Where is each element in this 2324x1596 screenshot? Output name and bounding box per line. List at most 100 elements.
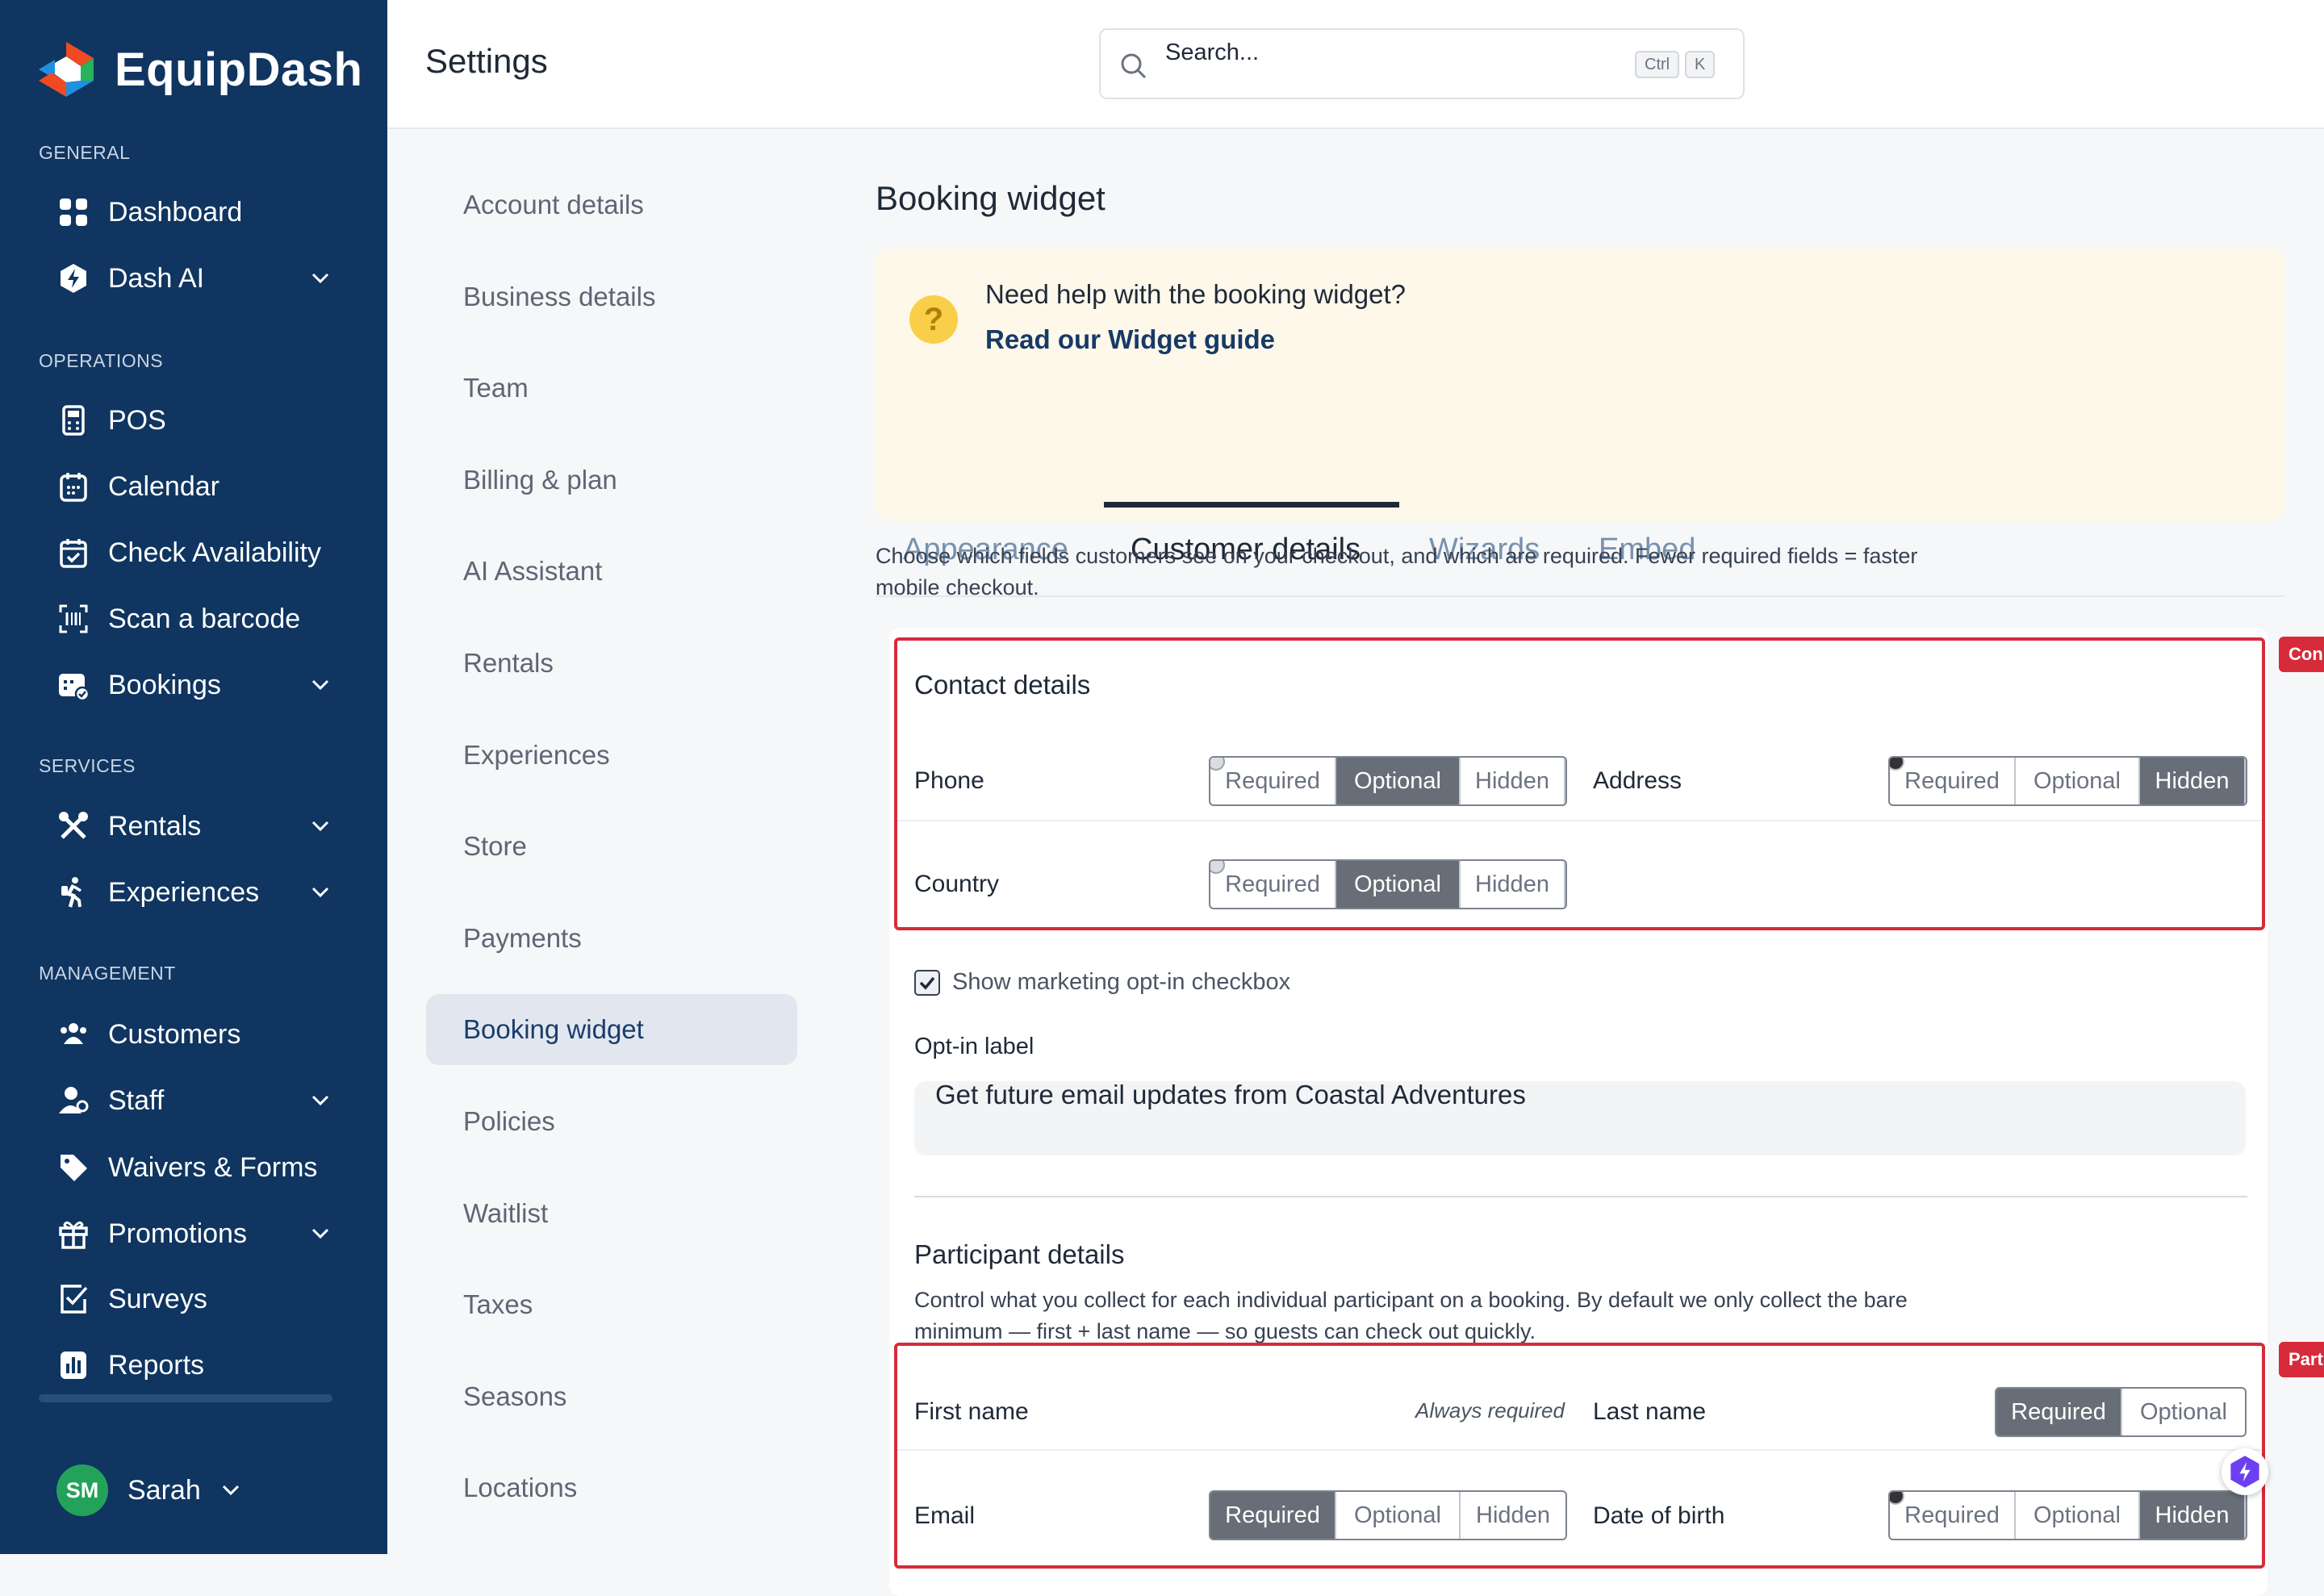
pos-terminal-icon bbox=[56, 403, 90, 437]
question-mark-icon: ? bbox=[909, 295, 958, 344]
nav-item-label: Dashboard bbox=[108, 196, 243, 228]
option-hidden[interactable]: Hidden bbox=[1461, 1492, 1565, 1539]
country-label: Country bbox=[914, 871, 1000, 897]
marketing-optin-label[interactable]: Show marketing opt-in checkbox bbox=[952, 969, 1290, 996]
option-hidden[interactable]: Hidden bbox=[2140, 1492, 2246, 1539]
option-hidden[interactable]: Hidden bbox=[1461, 758, 1565, 804]
chevron-down-icon[interactable] bbox=[220, 1480, 241, 1501]
settings-item-account-details[interactable]: Account details bbox=[426, 169, 797, 240]
address-visibility-toggle[interactable]: Required Optional Hidden bbox=[1888, 756, 2247, 806]
email-label: Email bbox=[914, 1502, 976, 1529]
nav-item-surveys[interactable]: Surveys bbox=[56, 1271, 358, 1327]
settings-item-experiences[interactable]: Experiences bbox=[426, 720, 797, 791]
phone-visibility-toggle[interactable]: Required Optional Hidden bbox=[1209, 756, 1567, 806]
hiker-icon bbox=[56, 875, 90, 909]
option-optional[interactable]: Optional bbox=[2016, 1492, 2140, 1539]
marketing-optin-checkbox[interactable] bbox=[914, 970, 940, 996]
search-input[interactable]: Search... Ctrl K bbox=[1099, 28, 1745, 99]
contact-flag-label: Con bbox=[2279, 637, 2324, 672]
assistant-fab-button[interactable] bbox=[2222, 1448, 2268, 1495]
optin-label-input[interactable]: Get future email updates from Coastal Ad… bbox=[914, 1081, 2246, 1155]
option-required[interactable]: Required bbox=[1890, 1492, 2016, 1539]
chevron-down-icon[interactable] bbox=[310, 675, 331, 696]
shortcut-key-ctrl: Ctrl bbox=[1635, 51, 1680, 78]
settings-item-policies[interactable]: Policies bbox=[426, 1086, 797, 1157]
nav-item-label: Scan a barcode bbox=[108, 603, 301, 634]
option-required[interactable]: Required bbox=[1210, 861, 1336, 908]
sidebar-scrollbar[interactable] bbox=[39, 1394, 332, 1402]
option-required[interactable]: Required bbox=[1890, 758, 2016, 804]
option-optional[interactable]: Optional bbox=[2122, 1389, 2245, 1435]
chevron-down-icon[interactable] bbox=[310, 882, 331, 903]
chevron-down-icon[interactable] bbox=[310, 1223, 331, 1244]
chevron-down-icon[interactable] bbox=[310, 268, 331, 289]
nav-item-label: Surveys bbox=[108, 1283, 207, 1314]
gift-icon bbox=[56, 1217, 90, 1251]
country-visibility-toggle[interactable]: Required Optional Hidden bbox=[1209, 859, 1567, 909]
bookings-icon bbox=[56, 668, 90, 702]
email-visibility-toggle[interactable]: Required Optional Hidden bbox=[1209, 1490, 1567, 1540]
checkmark-icon bbox=[919, 976, 935, 990]
settings-item-booking-widget[interactable]: Booking widget bbox=[426, 994, 797, 1065]
sidebar: EquipDash GENERAL Dashboard Dash AI OPER… bbox=[0, 0, 387, 1554]
settings-item-store[interactable]: Store bbox=[426, 811, 797, 882]
checklist-icon bbox=[56, 1282, 90, 1316]
option-required[interactable]: Required bbox=[1210, 758, 1336, 804]
nav-item-reports[interactable]: Reports bbox=[56, 1337, 358, 1393]
date-of-birth-visibility-toggle[interactable]: Required Optional Hidden bbox=[1888, 1490, 2247, 1540]
nav-item-dashboard[interactable]: Dashboard bbox=[56, 184, 358, 240]
settings-item-locations[interactable]: Locations bbox=[426, 1452, 797, 1523]
settings-item-payments[interactable]: Payments bbox=[426, 903, 797, 974]
nav-item-label: Customers bbox=[108, 1018, 241, 1050]
section-title: Booking widget bbox=[876, 179, 1106, 217]
settings-item-billing-plan[interactable]: Billing & plan bbox=[426, 445, 797, 516]
option-hidden[interactable]: Hidden bbox=[2140, 758, 2246, 804]
last-name-visibility-toggle[interactable]: Required Optional bbox=[1995, 1387, 2247, 1437]
nav-item-label: Bookings bbox=[108, 669, 221, 700]
option-optional[interactable]: Optional bbox=[1336, 1492, 1461, 1539]
nav-section-services: SERVICES bbox=[39, 755, 136, 776]
nav-item-label: Rentals bbox=[108, 810, 202, 842]
calendar-check-icon bbox=[56, 536, 90, 570]
settings-item-taxes[interactable]: Taxes bbox=[426, 1269, 797, 1340]
option-hidden[interactable]: Hidden bbox=[1461, 861, 1565, 908]
option-optional[interactable]: Optional bbox=[2016, 758, 2140, 804]
nav-item-label: Experiences bbox=[108, 876, 260, 908]
nav-item-staff[interactable]: Staff bbox=[56, 1072, 358, 1129]
option-required[interactable]: Required bbox=[1996, 1389, 2122, 1435]
settings-item-business-details[interactable]: Business details bbox=[426, 261, 797, 332]
nav-item-calendar[interactable]: Calendar bbox=[56, 458, 358, 515]
option-optional[interactable]: Optional bbox=[1336, 861, 1461, 908]
option-required[interactable]: Required bbox=[1210, 1492, 1336, 1539]
settings-item-seasons[interactable]: Seasons bbox=[426, 1361, 797, 1432]
optin-label-heading: Opt-in label bbox=[914, 1034, 1035, 1059]
search-icon bbox=[1121, 53, 1147, 79]
nav-item-waivers-forms[interactable]: Waivers & Forms bbox=[56, 1139, 358, 1196]
nav-item-check-availability[interactable]: Check Availability bbox=[56, 524, 358, 581]
chevron-down-icon[interactable] bbox=[310, 1090, 331, 1111]
settings-item-team[interactable]: Team bbox=[426, 353, 797, 424]
brand[interactable]: EquipDash bbox=[36, 39, 362, 100]
chevron-down-icon[interactable] bbox=[310, 816, 331, 837]
settings-item-ai-assistant[interactable]: AI Assistant bbox=[426, 536, 797, 607]
widget-guide-link[interactable]: Read our Widget guide bbox=[985, 324, 1275, 355]
nav-item-rentals[interactable]: Rentals bbox=[56, 798, 358, 854]
staff-icon bbox=[56, 1084, 90, 1118]
first-name-label: First name bbox=[914, 1398, 1029, 1425]
tag-icon bbox=[56, 1151, 90, 1184]
settings-item-waitlist[interactable]: Waitlist bbox=[426, 1178, 797, 1249]
nav-item-promotions[interactable]: Promotions bbox=[56, 1205, 358, 1262]
nav-item-bookings[interactable]: Bookings bbox=[56, 657, 358, 713]
nav-item-label: Promotions bbox=[108, 1218, 247, 1249]
nav-item-experiences[interactable]: Experiences bbox=[56, 864, 358, 921]
help-question: Need help with the booking widget? bbox=[985, 279, 1407, 309]
nav-item-scan-barcode[interactable]: Scan a barcode bbox=[56, 591, 358, 647]
settings-item-rentals[interactable]: Rentals bbox=[426, 628, 797, 699]
option-optional[interactable]: Optional bbox=[1336, 758, 1461, 804]
user-profile-menu[interactable]: SM Sarah bbox=[56, 1464, 241, 1516]
nav-item-pos[interactable]: POS bbox=[56, 392, 358, 449]
row-divider bbox=[897, 1449, 2261, 1451]
nav-item-dash-ai[interactable]: Dash AI bbox=[56, 250, 358, 307]
tools-icon bbox=[56, 809, 90, 843]
nav-item-customers[interactable]: Customers bbox=[56, 1006, 358, 1063]
